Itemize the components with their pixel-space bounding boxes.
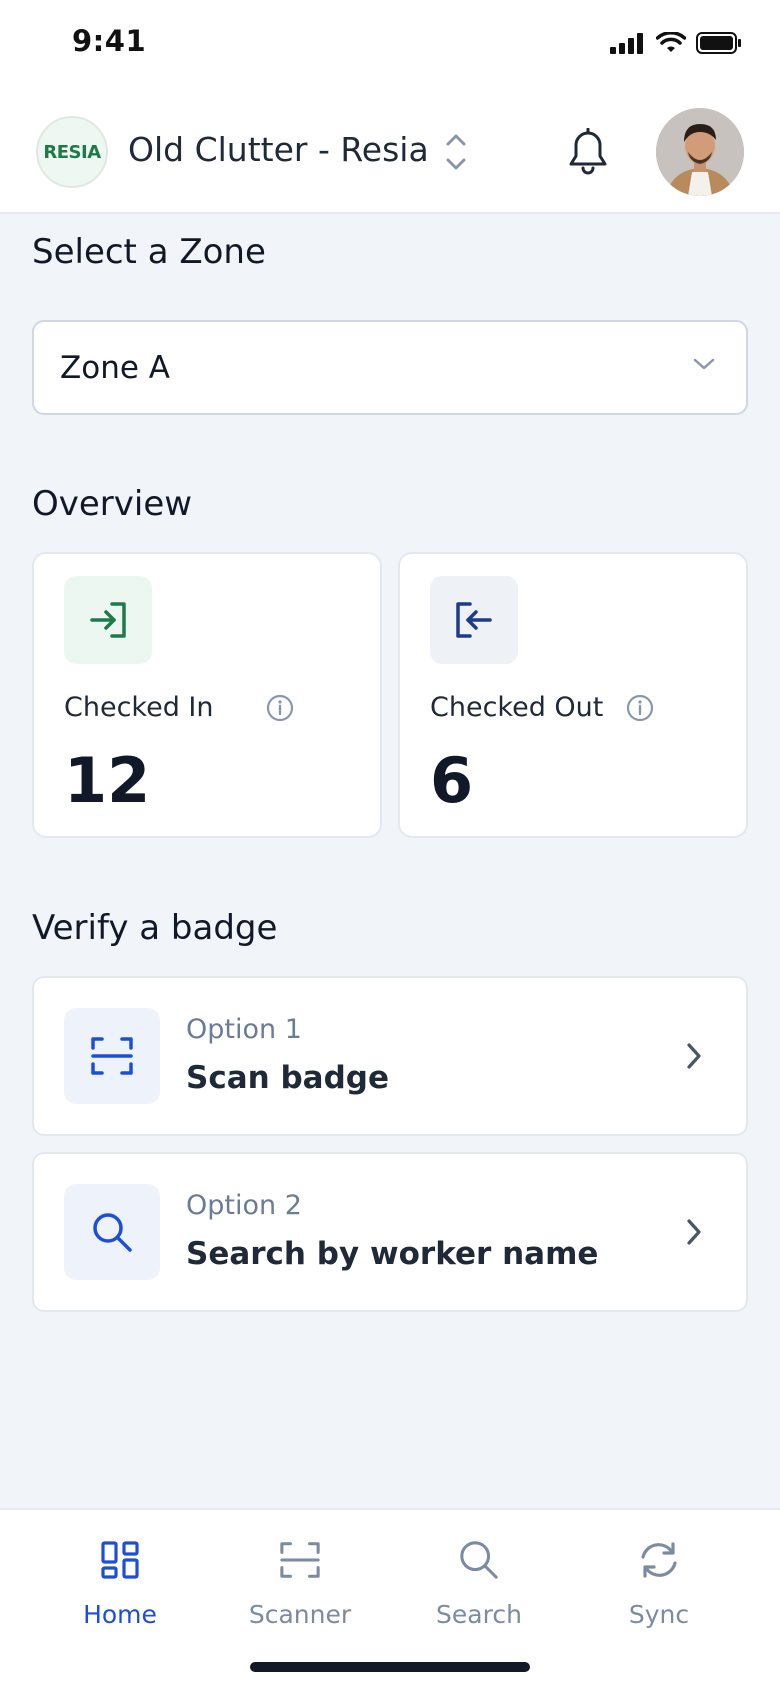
checked-out-count: 6 — [430, 744, 474, 817]
zone-select[interactable]: Zone A — [32, 320, 748, 415]
avatar[interactable] — [656, 108, 744, 196]
tab-search[interactable]: Search — [389, 1534, 569, 1644]
option-title: Scan badge — [186, 1060, 389, 1096]
tab-label: Home — [83, 1600, 157, 1629]
info-icon[interactable] — [266, 694, 294, 726]
tab-sync[interactable]: Sync — [569, 1534, 749, 1644]
battery-icon — [696, 32, 741, 54]
status-time: 9:41 — [72, 24, 147, 58]
zone-select-value: Zone A — [60, 350, 170, 386]
checked-out-card[interactable]: Checked Out 6 — [398, 552, 748, 838]
sync-icon — [569, 1534, 749, 1586]
chevron-right-icon — [684, 1216, 704, 1252]
checked-in-label: Checked In — [64, 692, 214, 723]
signal-icon — [610, 33, 643, 54]
org-name[interactable]: Old Clutter - Resia — [128, 130, 429, 169]
app-header: RESIA Old Clutter - Resia — [0, 90, 780, 214]
search-icon — [389, 1534, 569, 1586]
search-icon — [64, 1184, 160, 1280]
chevron-right-icon — [684, 1040, 704, 1076]
check-in-icon — [64, 576, 152, 664]
checked-in-card[interactable]: Checked In 12 — [32, 552, 382, 838]
chevron-down-icon — [692, 356, 716, 376]
bell-icon[interactable] — [566, 127, 610, 180]
org-logo: RESIA — [36, 116, 108, 188]
info-icon[interactable] — [626, 694, 654, 726]
option-label: Option 1 — [186, 1014, 302, 1045]
home-icon — [30, 1534, 210, 1586]
tab-label: Scanner — [248, 1600, 352, 1629]
checked-out-label: Checked Out — [430, 692, 604, 723]
status-icons — [610, 32, 742, 54]
overview-section-title: Overview — [32, 484, 193, 524]
tab-home[interactable]: Home — [30, 1534, 210, 1644]
scan-badge-option[interactable]: Option 1 Scan badge — [32, 976, 748, 1136]
search-worker-option[interactable]: Option 2 Search by worker name — [32, 1152, 748, 1312]
zone-section-title: Select a Zone — [32, 232, 266, 272]
status-bar: 9:41 — [0, 0, 780, 90]
scanner-icon — [210, 1534, 390, 1586]
scan-icon — [64, 1008, 160, 1104]
verify-section-title: Verify a badge — [32, 908, 278, 948]
checked-in-count: 12 — [64, 744, 151, 817]
org-logo-text: RESIA — [43, 141, 101, 163]
tab-scanner[interactable]: Scanner — [210, 1534, 390, 1644]
org-switch-icon[interactable] — [444, 130, 468, 178]
home-indicator — [250, 1662, 530, 1672]
option-title: Search by worker name — [186, 1236, 599, 1272]
tab-bar: Home Scanner Search Sync — [0, 1508, 780, 1688]
check-out-icon — [430, 576, 518, 664]
wifi-icon — [656, 32, 686, 52]
tab-label: Sync — [628, 1600, 690, 1629]
option-label: Option 2 — [186, 1190, 302, 1221]
tab-label: Search — [436, 1600, 522, 1629]
